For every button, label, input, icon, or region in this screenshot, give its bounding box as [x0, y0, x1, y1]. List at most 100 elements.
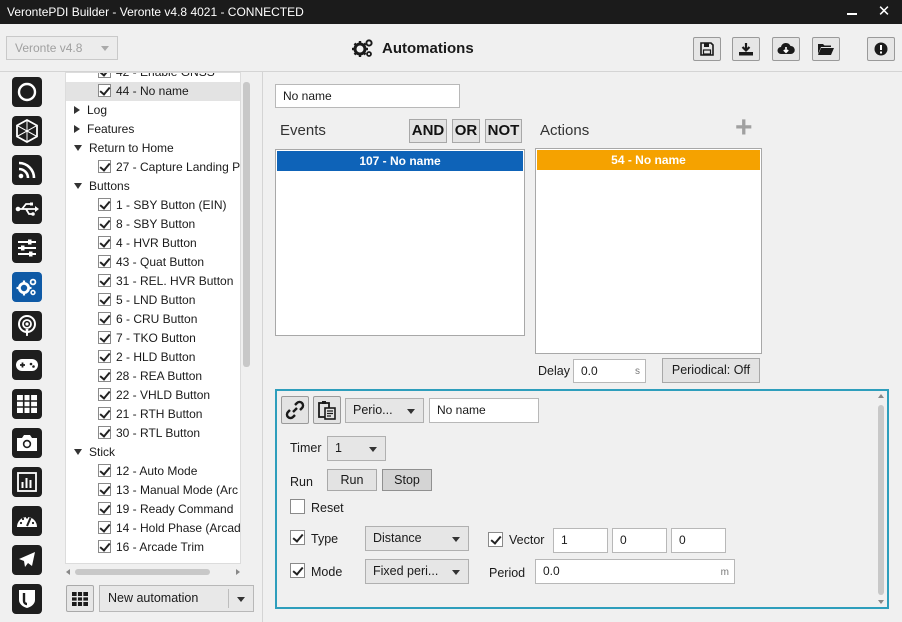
tree-item-checkbox[interactable]	[98, 350, 111, 364]
tree-item-checkbox[interactable]	[98, 502, 111, 516]
nav-podcast[interactable]	[12, 311, 42, 341]
mode-select[interactable]: Fixed peri...	[365, 559, 469, 584]
expand-down-icon[interactable]	[74, 448, 82, 455]
reset-checkbox[interactable]	[290, 499, 305, 514]
tree-item-checkbox[interactable]	[98, 464, 111, 478]
expand-right-icon[interactable]	[74, 105, 80, 114]
tree-item-checkbox[interactable]	[98, 540, 111, 554]
cloud-download-button[interactable]	[772, 37, 800, 61]
tree-item[interactable]: 27 - Capture Landing P	[86, 158, 240, 177]
not-button[interactable]: NOT	[485, 119, 522, 143]
download-button[interactable]	[732, 37, 760, 61]
tree-group[interactable]: Stick	[74, 443, 240, 462]
config-vertical-scrollbar[interactable]	[875, 391, 887, 607]
nav-dashboard[interactable]	[12, 506, 42, 536]
tree-vertical-scrollbar[interactable]	[241, 78, 252, 570]
or-button[interactable]: OR	[452, 119, 480, 143]
tree-item[interactable]: 28 - REA Button	[86, 367, 240, 386]
tree-item[interactable]: 12 - Auto Mode	[86, 462, 240, 481]
event-type-select[interactable]: Perio...	[345, 398, 424, 423]
period-input[interactable]: 0.0 m	[535, 559, 735, 584]
grid-view-button[interactable]	[66, 585, 94, 612]
tree-item-checkbox[interactable]	[98, 312, 111, 326]
expand-right-icon[interactable]	[74, 124, 80, 133]
nav-automations[interactable]	[12, 272, 42, 302]
tree-item[interactable]: 43 - Quat Button	[86, 253, 240, 272]
minimize-button[interactable]	[842, 0, 862, 24]
stop-button[interactable]: Stop	[382, 469, 432, 491]
tree-item-checkbox[interactable]	[98, 274, 111, 288]
tree-item-checkbox[interactable]	[98, 160, 111, 174]
tree-item[interactable]: 5 - LND Button	[86, 291, 240, 310]
tree-item[interactable]: 8 - SBY Button	[86, 215, 240, 234]
tree-group[interactable]: Return to Home	[74, 139, 240, 158]
action-item[interactable]: 54 - No name	[537, 150, 760, 170]
tree-group[interactable]: Log	[74, 101, 240, 120]
nav-grid[interactable]	[12, 389, 42, 419]
nav-power[interactable]	[12, 77, 42, 107]
tree-item-checkbox[interactable]	[98, 73, 111, 79]
automation-name-input[interactable]: No name	[275, 84, 460, 108]
vector-z-input[interactable]: 0	[671, 528, 726, 553]
tree-horizontal-scrollbar[interactable]	[65, 566, 241, 578]
tree-item-checkbox[interactable]	[98, 84, 111, 98]
tree-item-checkbox[interactable]	[98, 217, 111, 231]
and-button[interactable]: AND	[409, 119, 447, 143]
nav-chart[interactable]	[12, 467, 42, 497]
version-select[interactable]: Veronte v4.8	[6, 36, 118, 60]
expand-down-icon[interactable]	[74, 144, 82, 151]
tree-item-checkbox[interactable]	[98, 331, 111, 345]
nav-rss[interactable]	[12, 155, 42, 185]
scroll-right-icon[interactable]	[236, 569, 240, 575]
timer-select[interactable]: 1	[327, 436, 386, 461]
add-action-button[interactable]: +	[735, 113, 753, 143]
tree-item[interactable]: 14 - Hold Phase (Arcad	[86, 519, 240, 538]
mode-checkbox[interactable]	[290, 563, 305, 578]
event-name-input[interactable]: No name	[429, 398, 539, 423]
tree-item-checkbox[interactable]	[98, 426, 111, 440]
tree-item-checkbox[interactable]	[98, 483, 111, 497]
nav-camera[interactable]	[12, 428, 42, 458]
type-checkbox[interactable]	[290, 530, 305, 545]
tree-item-checkbox[interactable]	[98, 236, 111, 250]
tree-group[interactable]: Buttons	[74, 177, 240, 196]
run-button[interactable]: Run	[327, 469, 377, 491]
scroll-up-icon[interactable]	[878, 394, 884, 398]
scroll-down-icon[interactable]	[878, 600, 884, 604]
tree-item-checkbox[interactable]	[98, 388, 111, 402]
tree-item[interactable]: 6 - CRU Button	[86, 310, 240, 329]
nav-plane[interactable]	[12, 545, 42, 575]
nav-shield[interactable]	[12, 584, 42, 614]
vector-y-input[interactable]: 0	[612, 528, 667, 553]
tree-item-checkbox[interactable]	[98, 255, 111, 269]
vector-x-input[interactable]: 1	[553, 528, 608, 553]
expand-down-icon[interactable]	[74, 182, 82, 189]
scroll-thumb[interactable]	[75, 569, 210, 575]
tree-item[interactable]: 7 - TKO Button	[86, 329, 240, 348]
tree-item-checkbox[interactable]	[98, 369, 111, 383]
event-item[interactable]: 107 - No name	[277, 151, 523, 171]
nav-usb[interactable]	[12, 194, 42, 224]
tree-item[interactable]: 4 - HVR Button	[86, 234, 240, 253]
tree-item-checkbox[interactable]	[98, 293, 111, 307]
info-button[interactable]	[867, 37, 895, 61]
tree-item[interactable]: 44 - No name	[66, 82, 240, 101]
tree-item-checkbox[interactable]	[98, 407, 111, 421]
scroll-thumb[interactable]	[243, 82, 250, 367]
save-button[interactable]	[693, 37, 721, 61]
tree-item[interactable]: 21 - RTH Button	[86, 405, 240, 424]
close-button[interactable]: ✕	[874, 0, 894, 24]
nav-hexagon[interactable]	[12, 116, 42, 146]
nav-sliders[interactable]	[12, 233, 42, 263]
tree-item[interactable]: 2 - HLD Button	[86, 348, 240, 367]
tree-item[interactable]: 16 - Arcade Trim	[86, 538, 240, 557]
open-folder-button[interactable]	[812, 37, 840, 61]
tree-item[interactable]: 30 - RTL Button	[86, 424, 240, 443]
tree-item-checkbox[interactable]	[98, 198, 111, 212]
tree-item[interactable]: 42 - Enable GNSS	[86, 73, 240, 82]
tree-item[interactable]: 13 - Manual Mode (Arc	[86, 481, 240, 500]
tree-item[interactable]: 22 - VHLD Button	[86, 386, 240, 405]
tree-item[interactable]: 31 - REL. HVR Button	[86, 272, 240, 291]
delay-input[interactable]: 0.0 s	[573, 359, 646, 383]
nav-gamepad[interactable]	[12, 350, 42, 380]
